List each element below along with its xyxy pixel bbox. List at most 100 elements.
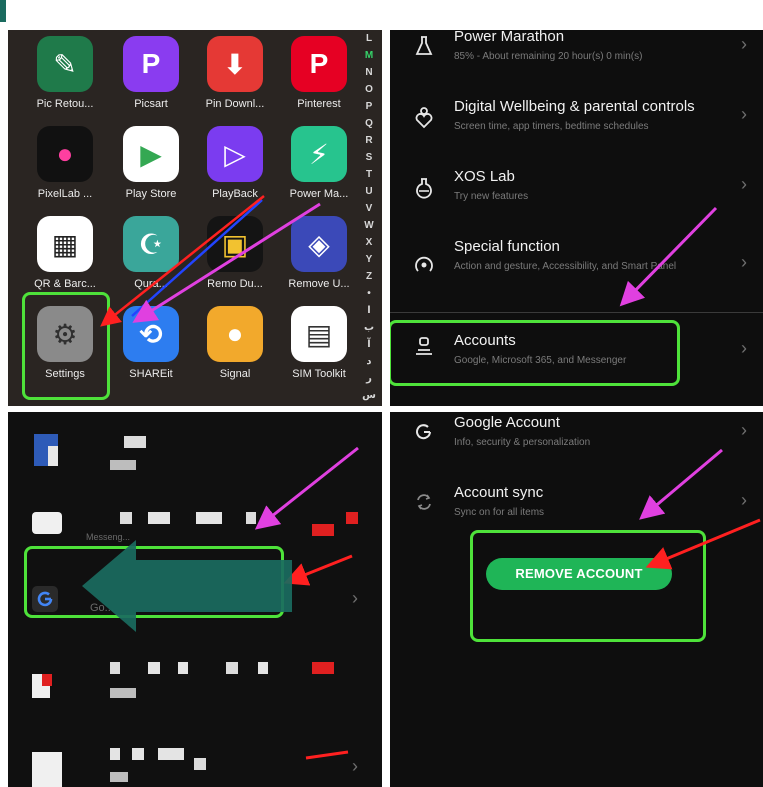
blurred-block bbox=[42, 674, 52, 686]
sim-card-icon: ▤ bbox=[291, 306, 347, 362]
alphabet-letter[interactable]: L bbox=[362, 30, 376, 47]
alphabet-letter[interactable]: ا bbox=[362, 302, 376, 319]
app-pic-retouch[interactable]: ✎ Pic Retou... bbox=[22, 36, 108, 110]
alphabet-letter[interactable]: U bbox=[362, 183, 376, 200]
app-pixellab[interactable]: ● PixelLab ... bbox=[22, 126, 108, 200]
alphabet-index[interactable]: L M N O P Q R S T U V W X Y Z • ا ب آ د ر س bbox=[362, 30, 376, 404]
app-sim-card[interactable]: ▤ SIM Toolkit bbox=[276, 306, 362, 380]
google-account-row[interactable]: Google Account Info, security & personal… bbox=[390, 412, 763, 474]
chevron-right-icon: › bbox=[741, 490, 747, 510]
app-power-marathon[interactable]: ⚡ Power Ma... bbox=[276, 126, 362, 200]
settings-row-digital-wellbeing[interactable]: Digital Wellbeing & parental controls Sc… bbox=[390, 92, 763, 162]
settings-row-title: Digital Wellbeing & parental controls bbox=[454, 98, 695, 115]
app-label: Remove U... bbox=[288, 278, 350, 290]
alphabet-letter[interactable]: ب bbox=[362, 319, 376, 336]
app-label: Play Store bbox=[125, 188, 177, 200]
blurred-block bbox=[110, 748, 120, 760]
app-label: Power Ma... bbox=[289, 188, 349, 200]
app-quran[interactable]: ☪ Qura... bbox=[108, 216, 194, 290]
blurred-block bbox=[124, 436, 146, 448]
blurred-account-avatar bbox=[32, 512, 62, 534]
account-sync-row[interactable]: Account sync Sync on for all items › bbox=[390, 474, 763, 538]
blurred-block bbox=[258, 662, 268, 674]
settings-row-power-marathon[interactable]: Power Marathon 85% - About remaining 20 … bbox=[390, 30, 763, 92]
alphabet-letter[interactable]: V bbox=[362, 200, 376, 217]
pin-download-icon: ⬇ bbox=[207, 36, 263, 92]
blurred-block bbox=[226, 662, 238, 674]
chevron-right-icon: › bbox=[741, 420, 747, 440]
blurred-block bbox=[194, 758, 206, 770]
app-label: Pin Downl... bbox=[205, 98, 265, 110]
power-marathon-icon: ⚡ bbox=[291, 126, 347, 182]
blurred-block bbox=[110, 772, 128, 782]
blurred-block bbox=[120, 512, 132, 524]
blurred-block bbox=[178, 662, 188, 674]
app-qr-code[interactable]: ▦ QR & Barc... bbox=[22, 216, 108, 290]
eraser-icon: ◈ bbox=[291, 216, 347, 272]
app-shareit[interactable]: ⟲ SHAREit bbox=[108, 306, 194, 380]
blurred-block bbox=[148, 662, 160, 674]
alphabet-letter[interactable]: W bbox=[362, 217, 376, 234]
alphabet-letter[interactable]: ر bbox=[362, 370, 376, 387]
blurred-block bbox=[110, 460, 136, 470]
blurred-block bbox=[246, 512, 256, 524]
app-drawer-panel: ✎ Pic Retou... P Picsart ⬇ Pin Downl... P Pinte… bbox=[8, 30, 382, 406]
blurred-block bbox=[196, 512, 222, 524]
remove-account-highlight-box bbox=[470, 530, 706, 642]
quran-icon: ☪ bbox=[123, 216, 179, 272]
alphabet-letter[interactable]: Q bbox=[362, 115, 376, 132]
app-label: QR & Barc... bbox=[34, 278, 96, 290]
app-eraser[interactable]: ◈ Remove U... bbox=[276, 216, 362, 290]
blurred-block bbox=[312, 662, 334, 674]
alphabet-letter[interactable]: M bbox=[362, 47, 376, 64]
wellbeing-heart-icon bbox=[412, 106, 436, 130]
blurred-block bbox=[110, 688, 136, 698]
settings-row-subtitle: Sync on for all items bbox=[454, 507, 545, 518]
settings-row-title: Google Account bbox=[454, 414, 560, 431]
corner-marker bbox=[0, 0, 6, 22]
settings-row-xos-lab[interactable]: XOS Lab Try new features › bbox=[390, 162, 763, 232]
app-label: PixelLab ... bbox=[37, 188, 93, 200]
alphabet-letter[interactable]: Z bbox=[362, 268, 376, 285]
app-label: Qura... bbox=[134, 278, 168, 290]
app-label: SHAREit bbox=[129, 368, 173, 380]
app-pinterest[interactable]: P Pinterest bbox=[276, 36, 362, 110]
google-g-icon bbox=[412, 420, 436, 444]
alphabet-letter[interactable]: • bbox=[362, 285, 376, 302]
google-account-panel: Google Account Info, security & personal… bbox=[390, 412, 763, 787]
alphabet-letter[interactable]: Y bbox=[362, 251, 376, 268]
app-label: Remo Du... bbox=[207, 278, 263, 290]
app-play-store[interactable]: ▶ Play Store bbox=[108, 126, 194, 200]
alphabet-letter[interactable]: X bbox=[362, 234, 376, 251]
app-pin-download[interactable]: ⬇ Pin Downl... bbox=[192, 36, 278, 110]
settings-row-subtitle: Info, security & personalization bbox=[454, 437, 591, 448]
settings-row-subtitle: Action and gesture, Accessibility, and S… bbox=[454, 261, 677, 272]
app-playback[interactable]: ▷ PlayBack bbox=[192, 126, 278, 200]
settings-row-title: XOS Lab bbox=[454, 168, 515, 185]
alphabet-letter[interactable]: آ bbox=[362, 336, 376, 353]
google-highlight-box bbox=[24, 546, 284, 618]
play-store-icon: ▶ bbox=[123, 126, 179, 182]
settings-row-subtitle: Screen time, app timers, bedtime schedul… bbox=[454, 121, 649, 132]
alphabet-letter[interactable]: P bbox=[362, 98, 376, 115]
app-picsart[interactable]: P Picsart bbox=[108, 36, 194, 110]
pixellab-icon: ● bbox=[37, 126, 93, 182]
settings-row-subtitle: 85% - About remaining 20 hour(s) 0 min(s… bbox=[454, 51, 643, 62]
blurred-account-avatar bbox=[32, 752, 62, 787]
app-signal[interactable]: ● Signal bbox=[192, 306, 278, 380]
app-remo-duplicate[interactable]: ▣ Remo Du... bbox=[192, 216, 278, 290]
shareit-icon: ⟲ bbox=[123, 306, 179, 362]
app-label: Pic Retou... bbox=[36, 98, 94, 110]
alphabet-letter[interactable]: S bbox=[362, 149, 376, 166]
remo-duplicate-icon: ▣ bbox=[207, 216, 263, 272]
blurred-block bbox=[346, 512, 358, 524]
settings-row-special-function[interactable]: Special function Action and gesture, Acc… bbox=[390, 232, 763, 308]
alphabet-letter[interactable]: س bbox=[362, 387, 376, 404]
pic-retouch-icon: ✎ bbox=[37, 36, 93, 92]
alphabet-letter[interactable]: T bbox=[362, 166, 376, 183]
settings-panel: Power Marathon 85% - About remaining 20 … bbox=[390, 30, 763, 406]
alphabet-letter[interactable]: R bbox=[362, 132, 376, 149]
alphabet-letter[interactable]: د bbox=[362, 353, 376, 370]
alphabet-letter[interactable]: O bbox=[362, 81, 376, 98]
alphabet-letter[interactable]: N bbox=[362, 64, 376, 81]
